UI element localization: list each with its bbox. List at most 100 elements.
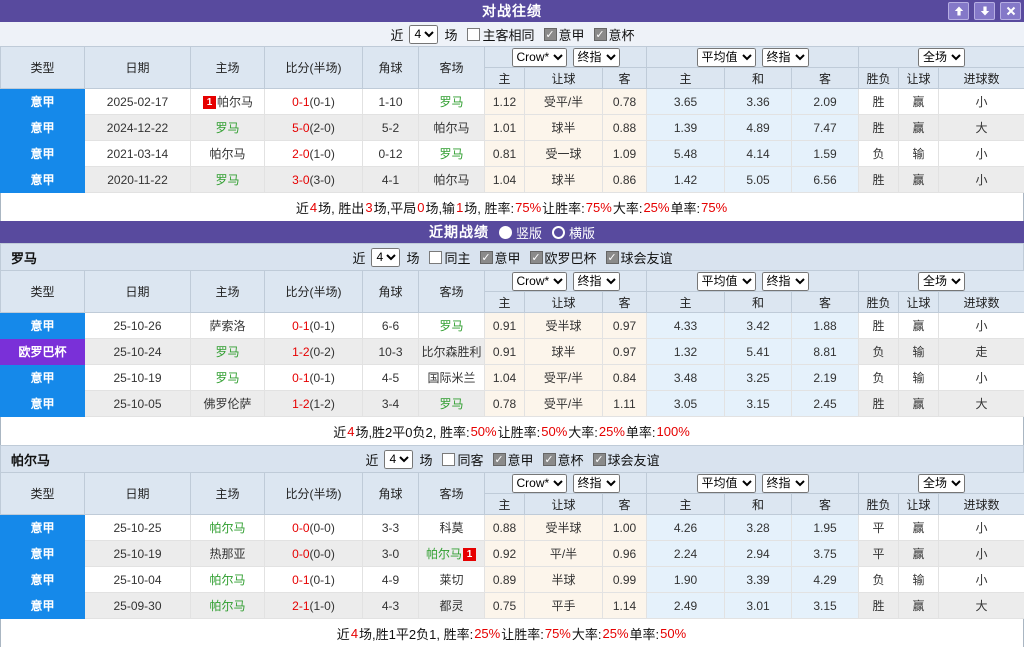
team-name: 帕尔马 (209, 599, 245, 613)
summary-segment: 25% (599, 424, 625, 439)
recent-title: 近期战绩 (429, 222, 489, 242)
summary-segment: 近 (333, 422, 346, 441)
team0-odds-stage-select[interactable]: 终指 (573, 272, 620, 291)
team1-summary: 近4场,胜1平2负1, 胜率:25% 让胜率:75% 大率:25% 单率:50% (0, 619, 1024, 647)
team-name: 罗马 (439, 397, 463, 411)
summary-segment: 4 (310, 200, 317, 215)
h2h-rounds-select[interactable]: 4 (409, 25, 438, 44)
handicap-cell: 受平/半 (525, 391, 603, 417)
team0-filter-checkbox-3[interactable]: ✓ (606, 251, 619, 264)
team0-scope-select[interactable]: 全场 (918, 272, 965, 291)
team1-odds-company-select[interactable]: Crow* (512, 474, 567, 493)
avg-draw-cell: 3.36 (725, 89, 792, 115)
home-team-cell: 帕尔马 (191, 567, 265, 593)
h2h-filter-checkbox-1[interactable]: ✓ (544, 28, 557, 41)
date-cell: 25-10-04 (85, 567, 191, 593)
h2h-avg-stage-select[interactable]: 终指 (762, 48, 809, 67)
team1-sub-header: 主 (647, 494, 725, 515)
team0-filter-label-1: 意甲 (495, 248, 521, 267)
fulltime-score: 3-0 (292, 173, 309, 187)
team1-filter-checkbox-1[interactable]: ✓ (493, 453, 506, 466)
team1-filter-label-3: 球会友谊 (608, 450, 660, 469)
team1-scope-select[interactable]: 全场 (918, 474, 965, 493)
h2h-table: 类型日期主场比分(半场)角球客场Crow*终指平均值终指全场主让球客主和客胜负让… (0, 46, 1024, 193)
team-name: 罗马 (439, 147, 463, 161)
h2h-filter-checkbox-2[interactable]: ✓ (594, 28, 607, 41)
fulltime-score: 0-0 (292, 547, 309, 561)
team1-filter-checkbox-0[interactable] (442, 453, 455, 466)
date-cell: 25-09-30 (85, 593, 191, 619)
red-card-badge: 1 (203, 96, 216, 109)
handicap-result-cell: 输 (899, 365, 939, 391)
halftime-score: (1-2) (310, 397, 335, 411)
match-row: 意甲25-10-19热那亚0-0(0-0)3-0帕尔马10.92平/半0.962… (1, 541, 1024, 567)
team0-rounds-select[interactable]: 4 (371, 248, 400, 267)
team1-filter-checkbox-2[interactable]: ✓ (543, 453, 556, 466)
team-name: 罗马 (215, 121, 239, 135)
team1-avg-type-select[interactable]: 平均值 (697, 474, 756, 493)
team0-avg-stage-select[interactable]: 终指 (762, 272, 809, 291)
radio-label: 横版 (569, 223, 595, 242)
team0-filter-label-0: 同主 (444, 248, 470, 267)
h2h-avg-type-select[interactable]: 平均值 (697, 48, 756, 67)
match-stats-window: 对战往绩 近4场主客相同✓意甲✓意杯 类型日期主场比分(半场)角球客场Crow*… (0, 0, 1024, 637)
layout-radio-vertical[interactable]: 竖版 (499, 223, 542, 242)
team0-sub-header: 让球 (525, 292, 603, 313)
summary-segment: 场,胜2平0负2, 胜率: (355, 422, 469, 441)
h2h-scope-select[interactable]: 全场 (918, 48, 965, 67)
halftime-score: (0-1) (310, 95, 335, 109)
layout-radio-horizontal[interactable]: 横版 (552, 223, 595, 242)
team0-avg-type-select[interactable]: 平均值 (697, 272, 756, 291)
h2h-col-header-1: 日期 (85, 47, 191, 89)
halftime-score: (0-1) (310, 573, 335, 587)
h2h-filter-checkbox-0[interactable] (467, 28, 480, 41)
avg-home-cell: 5.48 (647, 141, 725, 167)
team-name: 帕尔马 (433, 121, 469, 135)
team-name: 罗马 (439, 95, 463, 109)
corner-cell: 5-2 (363, 115, 419, 141)
avg-away-cell: 7.47 (792, 115, 859, 141)
h2h-title: 对战往绩 (482, 1, 542, 21)
odds-away-cell: 1.14 (603, 593, 647, 619)
team-name: 罗马 (439, 319, 463, 333)
team0-odds-company-select[interactable]: Crow* (512, 272, 567, 291)
score-cell: 0-1(0-1) (265, 365, 363, 391)
halftime-score: (0-1) (310, 319, 335, 333)
summary-segment: 3 (365, 200, 372, 215)
h2h-odds-stage-select[interactable]: 终指 (573, 48, 620, 67)
team-name: 帕尔马 (433, 173, 469, 187)
avg-away-cell: 3.15 (792, 593, 859, 619)
summary-segment: 场,胜1平2负1, 胜率: (359, 624, 473, 643)
match-row: 意甲25-10-04帕尔马0-1(0-1)4-9莱切0.89半球0.991.90… (1, 567, 1024, 593)
close-button[interactable] (1000, 2, 1021, 20)
team1-filter-checkbox-3[interactable]: ✓ (593, 453, 606, 466)
score-cell: 0-0(0-0) (265, 515, 363, 541)
odds-home-cell: 0.91 (485, 339, 525, 365)
team0-filter-checkbox-1[interactable]: ✓ (480, 251, 493, 264)
result-cell: 胜 (859, 391, 899, 417)
team0-table: 类型日期主场比分(半场)角球客场Crow*终指平均值终指全场主让球客主和客胜负让… (0, 270, 1024, 417)
team1-odds-stage-select[interactable]: 终指 (573, 474, 620, 493)
team1-rounds-select[interactable]: 4 (384, 450, 413, 469)
team-name: 莱切 (439, 573, 463, 587)
avg-home-cell: 4.26 (647, 515, 725, 541)
summary-segment: 近 (337, 624, 350, 643)
score-cell: 2-0(1-0) (265, 141, 363, 167)
h2h-odds-company-select[interactable]: Crow* (512, 48, 567, 67)
halftime-score: (1-0) (310, 599, 335, 613)
scroll-up-button[interactable] (948, 2, 969, 20)
goals-result-cell: 小 (939, 515, 1024, 541)
away-team-cell: 罗马 (419, 313, 485, 339)
date-cell: 25-10-19 (85, 365, 191, 391)
scroll-down-button[interactable] (974, 2, 995, 20)
h2h-sub-header: 让球 (899, 68, 939, 89)
summary-segment: 0 (417, 200, 424, 215)
team1-avg-stage-select[interactable]: 终指 (762, 474, 809, 493)
team0-filter-checkbox-2[interactable]: ✓ (530, 251, 543, 264)
h2h-filter-label-1: 意甲 (559, 25, 585, 44)
team1-sub-header: 客 (603, 494, 647, 515)
team0-summary: 近4场,胜2平0负2, 胜率:50% 让胜率:50% 大率:25% 单率:100… (0, 417, 1024, 445)
team0-filter-checkbox-0[interactable] (429, 251, 442, 264)
h2h-sub-header: 客 (792, 68, 859, 89)
h2h-group-header: 平均值终指 (647, 47, 859, 68)
